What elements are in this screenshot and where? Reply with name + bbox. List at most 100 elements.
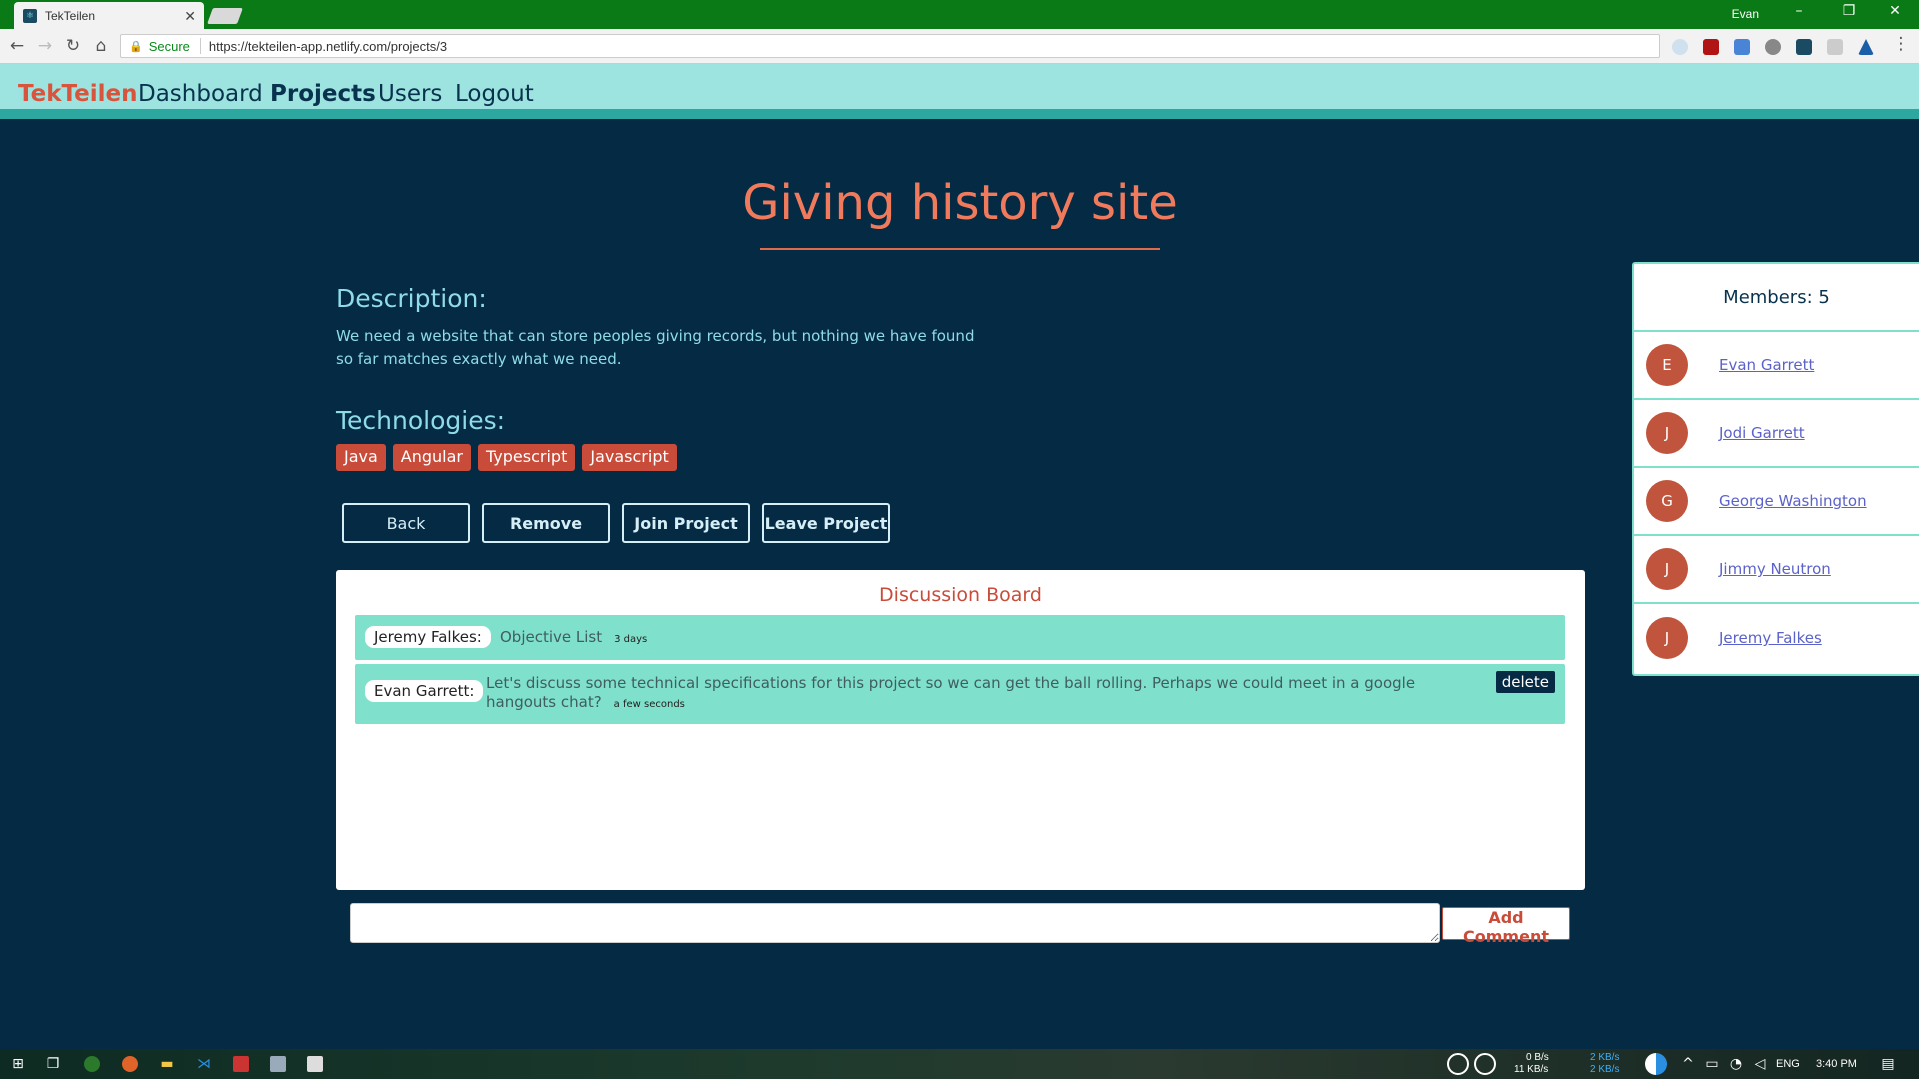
nav-link-dashboard[interactable]: Dashboard [138, 81, 263, 107]
member-link[interactable]: Evan Garrett [1719, 356, 1814, 374]
browser-profile-name[interactable]: Evan [1732, 7, 1759, 21]
app-taskbar-icon[interactable] [307, 1056, 323, 1072]
extension-icon[interactable] [1672, 39, 1688, 55]
nav-link-users[interactable]: Users [378, 81, 442, 107]
avatar: E [1646, 344, 1688, 386]
member-item: E Evan Garrett [1634, 332, 1919, 400]
file-explorer-icon[interactable]: ▬ [159, 1056, 175, 1072]
window-close-icon[interactable]: ✕ [1875, 3, 1915, 19]
comment-author: Jeremy Falkes: [365, 626, 491, 648]
wifi-icon[interactable]: ◔ [1728, 1056, 1744, 1072]
tech-tag: Java [336, 444, 386, 471]
lock-icon: 🔒 [129, 40, 143, 53]
battery-meter-icon [1645, 1053, 1667, 1075]
comment-item: Jeremy Falkes: Objective List 3 days [355, 615, 1565, 660]
battery-icon[interactable]: ▭ [1704, 1056, 1720, 1072]
avatar: J [1646, 617, 1688, 659]
chrome-taskbar-icon[interactable] [84, 1056, 100, 1072]
home-icon[interactable]: ⌂ [90, 36, 112, 56]
task-view-icon[interactable]: ❐ [45, 1056, 61, 1072]
address-bar[interactable]: 🔒 Secure https://tekteilen-app.netlify.c… [120, 34, 1660, 58]
avatar: G [1646, 480, 1688, 522]
avatar: J [1646, 548, 1688, 590]
net-rate-secondary: 2 KB/s [1590, 1052, 1620, 1063]
technologies-heading: Technologies: [336, 406, 506, 435]
windows-start-icon[interactable]: ⊞ [10, 1056, 26, 1072]
chevron-up-icon[interactable]: ^ [1680, 1056, 1696, 1072]
comment-timestamp: 3 days [614, 634, 648, 645]
discussion-board-title: Discussion Board [879, 584, 1042, 606]
tech-tag: Angular [392, 444, 472, 471]
browser-tab[interactable]: ⚛ TekTeilen ✕ [14, 2, 204, 29]
app-taskbar-icon[interactable] [270, 1056, 286, 1072]
member-link[interactable]: George Washington [1719, 492, 1867, 510]
drive-icon[interactable] [1858, 39, 1874, 55]
member-link[interactable]: Jimmy Neutron [1719, 560, 1831, 578]
cpu-meter-icon [1447, 1053, 1469, 1075]
back-arrow-icon[interactable]: ← [6, 36, 28, 56]
avatar: J [1646, 412, 1688, 454]
members-panel: Members: 5 E Evan Garrett J Jodi Garrett… [1632, 262, 1919, 676]
member-item: J Jeremy Falkes [1634, 604, 1919, 672]
title-underline [760, 248, 1160, 250]
menu-dots-icon[interactable]: ⋮ [1890, 34, 1912, 54]
app-taskbar-icon[interactable] [122, 1056, 138, 1072]
comment-body: Objective List [500, 628, 603, 646]
memory-meter-icon [1474, 1053, 1496, 1075]
app-taskbar-icon[interactable] [233, 1056, 249, 1072]
delete-comment-button[interactable]: delete [1495, 671, 1555, 693]
ublock-icon[interactable] [1703, 39, 1719, 55]
discussion-board: Discussion Board Jeremy Falkes: Objectiv… [336, 570, 1585, 890]
tab-title: TekTeilen [45, 8, 96, 23]
extension-icon[interactable] [1827, 39, 1843, 55]
forward-arrow-icon[interactable]: → [34, 36, 56, 56]
tech-tag: Typescript [478, 444, 576, 471]
tab-close-icon[interactable]: ✕ [184, 8, 196, 25]
join-project-button[interactable]: Join Project [622, 503, 750, 543]
leave-project-button[interactable]: Leave Project [762, 503, 890, 543]
clock[interactable]: 3:40 PM [1816, 1058, 1857, 1070]
browser-titlebar: ⚛ TekTeilen ✕ Evan – ❐ ✕ [0, 0, 1919, 29]
comment-text: Let's discuss some technical specificati… [486, 674, 1486, 714]
back-button[interactable]: Back [342, 503, 470, 543]
comment-text: Objective List 3 days [500, 628, 647, 649]
net-upload-rate: 0 B/s [1526, 1052, 1549, 1063]
nav-link-logout[interactable]: Logout [455, 81, 534, 107]
language-indicator[interactable]: ENG [1776, 1058, 1800, 1070]
comment-input[interactable] [350, 903, 1440, 943]
os-taskbar: ⊞ ❐ ▬ ⋊ 0 B/s 11 KB/s 2 KB/s 2 KB/s ^ ▭ … [0, 1049, 1919, 1079]
minimize-icon[interactable]: – [1779, 3, 1819, 19]
member-link[interactable]: Jodi Garrett [1719, 424, 1805, 442]
browser-toolbar: ← → ↻ ⌂ 🔒 Secure https://tekteilen-app.n… [0, 29, 1919, 64]
comment-item: Evan Garrett: Let's discuss some technic… [355, 664, 1565, 724]
comment-timestamp: a few seconds [613, 699, 685, 710]
reload-icon[interactable]: ↻ [62, 36, 84, 56]
remove-button[interactable]: Remove [482, 503, 610, 543]
volume-icon[interactable]: ◁ [1752, 1056, 1768, 1072]
brand-link[interactable]: TekTeilen [18, 81, 138, 107]
member-item: J Jodi Garrett [1634, 400, 1919, 468]
new-tab-button[interactable] [207, 8, 243, 24]
technology-tags: Java Angular Typescript Javascript [336, 444, 677, 471]
net-rate-secondary: 2 KB/s [1590, 1064, 1620, 1075]
nav-link-projects[interactable]: Projects [270, 81, 376, 107]
translate-icon[interactable] [1734, 39, 1750, 55]
site-favicon-icon: ⚛ [23, 8, 37, 23]
member-link[interactable]: Jeremy Falkes [1719, 629, 1822, 647]
description-heading: Description: [336, 284, 487, 313]
member-item: G George Washington [1634, 468, 1919, 536]
extension-icon[interactable] [1765, 39, 1781, 55]
notifications-icon[interactable]: ▤ [1880, 1056, 1896, 1072]
member-item: J Jimmy Neutron [1634, 536, 1919, 604]
members-heading: Members: 5 [1634, 264, 1919, 332]
react-devtools-icon[interactable] [1796, 39, 1812, 55]
comment-author: Evan Garrett: [365, 680, 484, 702]
page-title: Giving history site [742, 175, 1178, 231]
restore-icon[interactable]: ❐ [1829, 3, 1869, 19]
vscode-icon[interactable]: ⋊ [196, 1056, 212, 1072]
net-download-rate: 11 KB/s [1514, 1064, 1549, 1075]
add-comment-button[interactable]: Add Comment [1442, 907, 1570, 946]
tech-tag: Javascript [582, 444, 677, 471]
omnibox-divider [199, 38, 201, 54]
url-text: https://tekteilen-app.netlify.com/projec… [208, 38, 448, 54]
